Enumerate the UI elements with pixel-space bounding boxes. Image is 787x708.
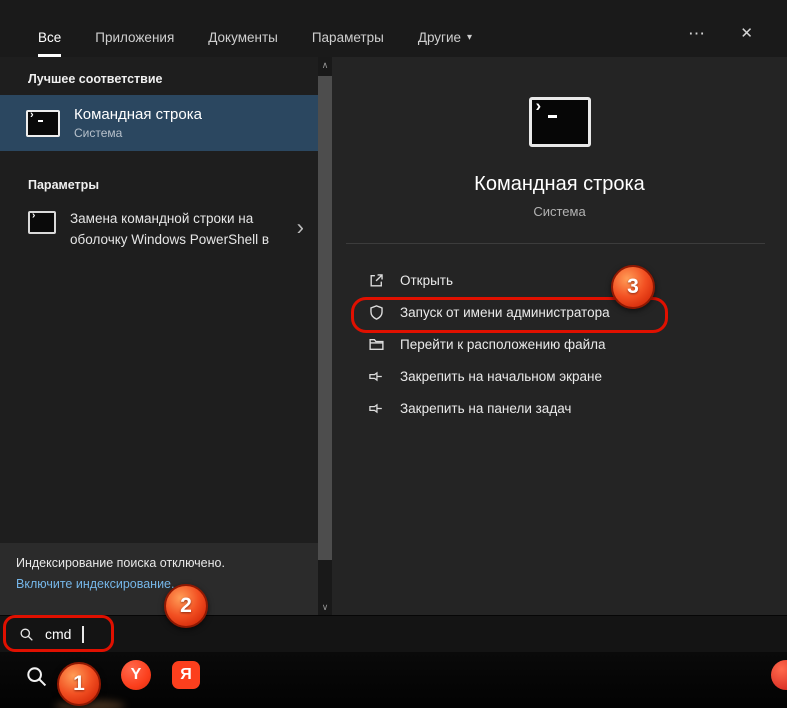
scroll-down-button[interactable]: ∨ [318,599,332,615]
settings-result-line2: оболочку Windows PowerShell в [70,232,270,247]
indexing-status-message: Индексирование поиска отключено. [16,556,225,570]
preview-subtitle: Система [533,204,586,219]
best-match-subtitle: Система [74,126,123,140]
annotation-step-3: 3 [611,265,655,309]
preview-divider [346,243,765,244]
command-prompt-icon [26,109,60,137]
search-icon [26,666,46,686]
taskbar-search-button[interactable] [22,662,50,690]
console-settings-icon [28,210,56,234]
tab-apps[interactable]: Приложения [95,30,174,57]
results-scrollbar[interactable]: ∧ ∨ [318,57,332,615]
search-filter-tabbar: Все Приложения Документы Параметры Други… [0,0,787,57]
tab-label: Документы [208,30,278,45]
taskbar: Y Я [0,652,787,708]
open-icon [368,272,385,289]
action-open[interactable]: Открыть [332,264,787,296]
tab-label: Приложения [95,30,175,45]
flyout-body: Лучшее соответствие Командная строка Сис… [0,57,787,615]
action-label: Закрепить на начальном экране [400,368,603,384]
tab-label: Все [38,30,62,45]
action-label: Перейти к расположению файла [400,336,606,352]
action-label: Открыть [400,272,454,288]
yandex-browser-icon[interactable]: Y [121,660,151,690]
settings-result-item[interactable]: Замена командной строки на оболочку Wind… [0,204,318,254]
preview-title: Командная строка [474,173,645,195]
action-pin-to-taskbar[interactable]: Закрепить на панели задач [332,392,787,424]
preview-panel: Командная строка Система Открыть З [332,57,787,615]
tab-more[interactable]: Другие ▾ [418,30,472,57]
yandex-browser-letter: Y [130,666,142,683]
chevron-right-icon: › [296,214,304,240]
scroll-up-button[interactable]: ∧ [318,57,332,73]
best-match-header: Лучшее соответствие [28,72,163,86]
more-options-button[interactable]: ⋯ [688,24,707,44]
folder-location-icon [368,336,385,353]
settings-result-line1: Замена командной строки на [70,211,254,226]
screen: Все Приложения Документы Параметры Други… [0,0,787,708]
best-match-text: Командная строка Система [74,106,202,140]
scrollbar-track[interactable] [318,73,332,599]
tab-documents[interactable]: Документы [208,30,278,57]
annotation-step-2: 2 [164,584,208,628]
action-pin-to-start[interactable]: Закрепить на начальном экране [332,360,787,392]
taskbar-edge-icon[interactable] [771,660,787,690]
tab-settings[interactable]: Параметры [312,30,384,57]
tab-all[interactable]: Все [38,30,62,57]
dropdown-arrow-icon: ▾ [467,32,473,43]
indexing-status-strip: Индексирование поиска отключено. Включит… [0,543,318,615]
annotation-step-1: 1 [57,662,101,706]
yandex-app-icon[interactable]: Я [172,661,200,689]
yandex-app-letter: Я [180,666,192,683]
action-list: Открыть Запуск от имени администратора П… [332,264,787,424]
pin-icon [368,368,385,385]
close-button[interactable]: ✕ [740,24,753,42]
settings-section-header: Параметры [28,178,99,192]
scrollbar-thumb[interactable] [318,76,332,560]
tab-label: Параметры [311,30,384,45]
action-label: Закрепить на панели задач [400,400,572,416]
annotation-outline-search-box [3,615,114,652]
results-panel: Лучшее соответствие Командная строка Сис… [0,57,318,615]
enable-indexing-link[interactable]: Включите индексирование. [16,577,174,591]
best-match-item[interactable]: Командная строка Система [0,95,318,151]
tab-label: Другие [417,30,462,45]
pin-icon [368,400,385,417]
best-match-title: Командная строка [74,106,202,123]
settings-result-text: Замена командной строки на оболочку Wind… [70,208,269,250]
command-prompt-large-icon [528,96,591,147]
search-input[interactable]: cmd [0,615,787,652]
